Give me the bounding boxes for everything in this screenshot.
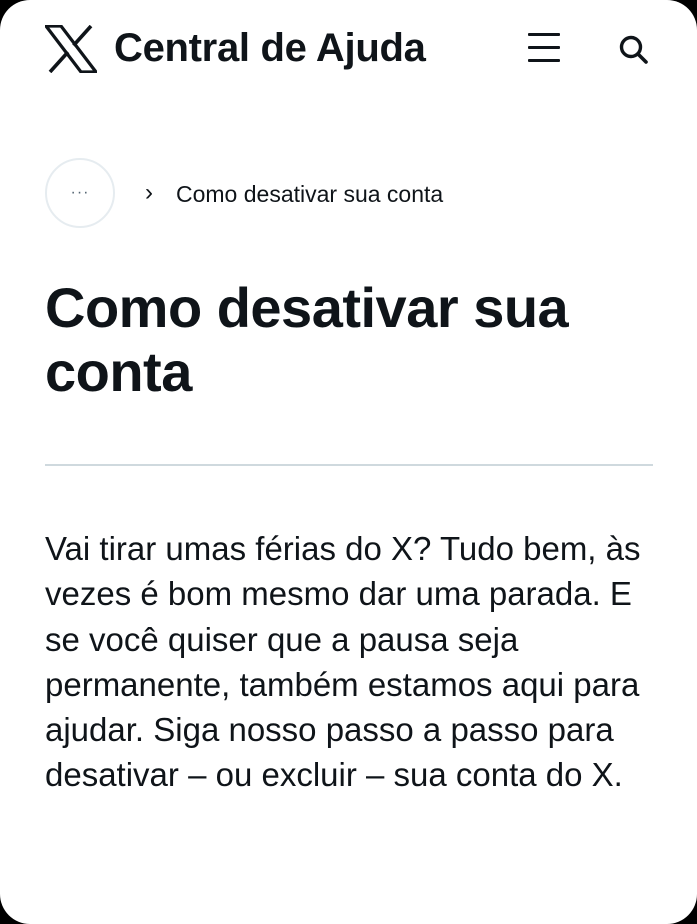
breadcrumb-more-button[interactable]: ··· bbox=[45, 158, 115, 228]
hamburger-menu-icon[interactable] bbox=[526, 30, 562, 66]
breadcrumb-current-link[interactable]: Como desativar sua conta bbox=[176, 180, 443, 208]
page-title: Como desativar sua conta bbox=[45, 276, 569, 403]
site-title[interactable]: Central de Ajuda bbox=[114, 24, 426, 72]
site-header: Central de Ajuda bbox=[0, 0, 697, 100]
chevron-right-icon: › bbox=[145, 179, 153, 206]
article-intro: Vai tirar umas férias do X? Tudo bem, às… bbox=[45, 530, 641, 794]
divider bbox=[45, 464, 653, 466]
search-icon[interactable] bbox=[614, 30, 654, 70]
breadcrumb: ··· › Como desativar sua conta bbox=[45, 158, 665, 232]
x-logo-icon[interactable] bbox=[45, 25, 97, 73]
help-center-page: Central de Ajuda ··· › Como desativar su… bbox=[0, 0, 697, 924]
